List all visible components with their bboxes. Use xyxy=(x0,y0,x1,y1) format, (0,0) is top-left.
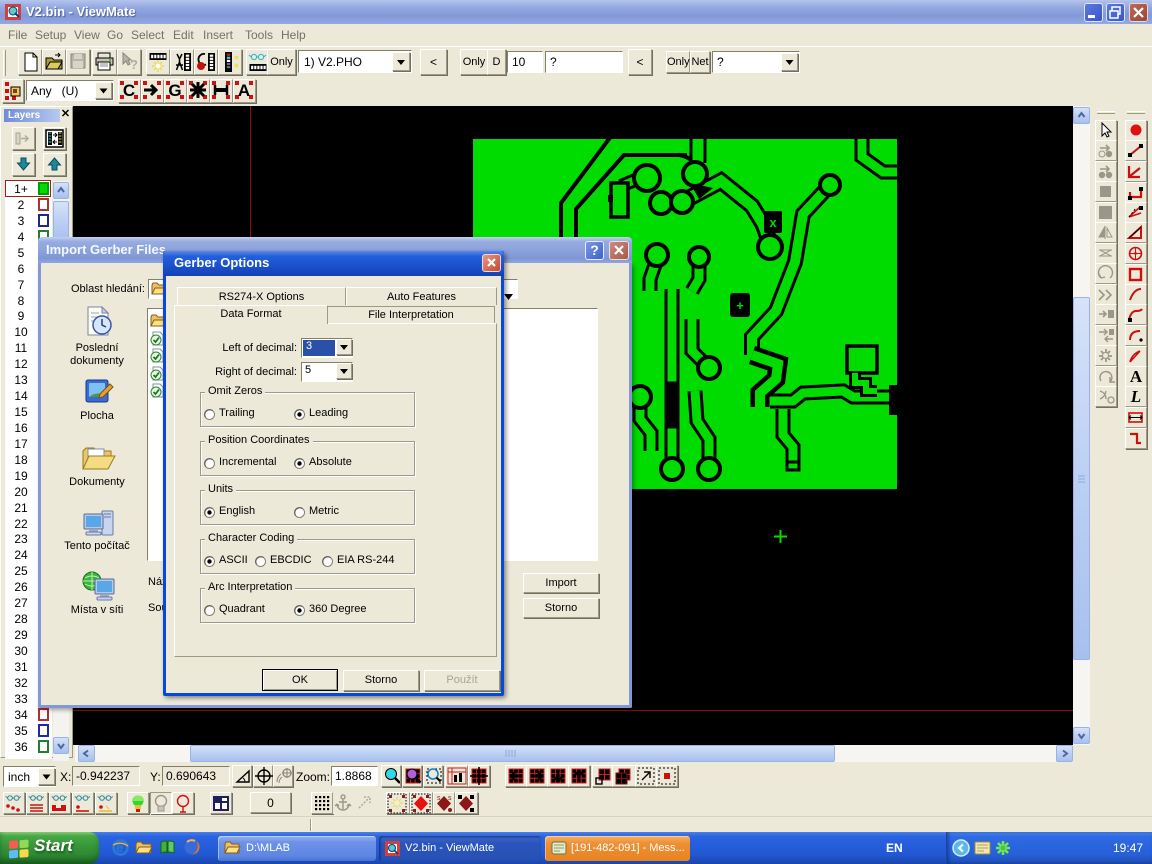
svg-text:+: + xyxy=(736,298,744,313)
svg-text:C: C xyxy=(123,81,135,100)
svg-text:?: ? xyxy=(130,57,138,72)
svg-text:s: s xyxy=(448,795,452,802)
svg-text:G: G xyxy=(168,81,181,100)
svg-text:x: x xyxy=(769,215,777,230)
svg-text:s: s xyxy=(437,795,441,802)
svg-text:e: e xyxy=(116,840,123,855)
svg-text:A: A xyxy=(238,81,250,100)
